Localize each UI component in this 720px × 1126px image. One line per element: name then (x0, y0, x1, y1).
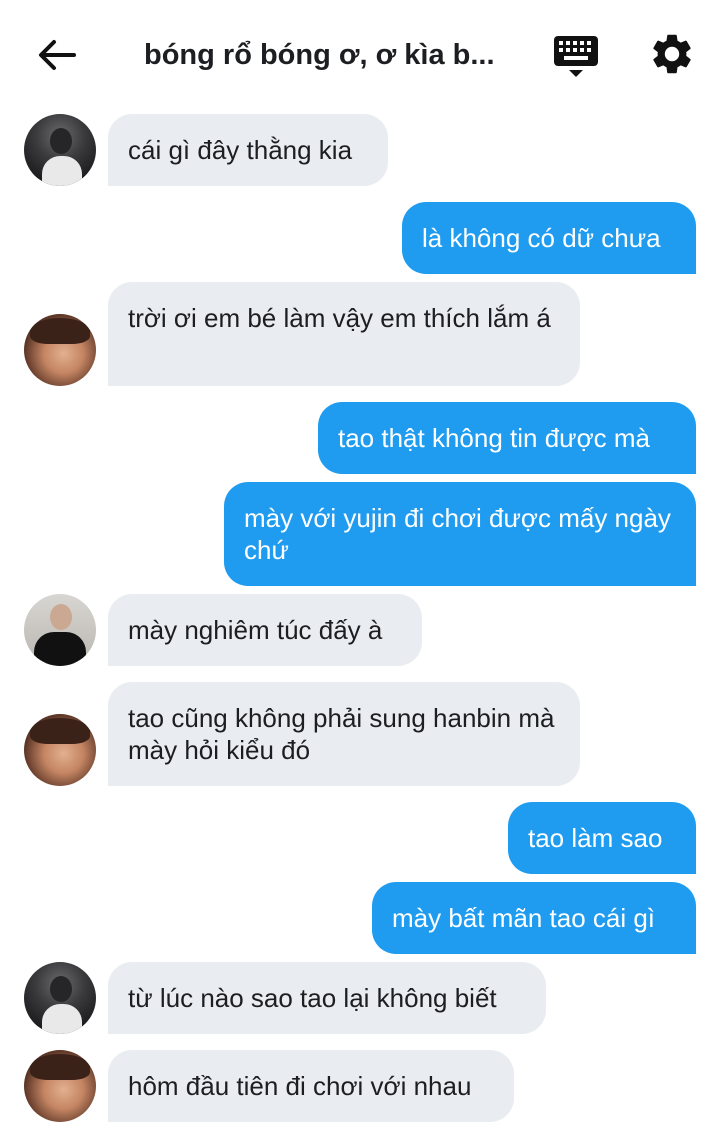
message-bubble-outgoing[interactable]: mày bất mãn tao cái gì (372, 882, 696, 954)
message-bubble-incoming[interactable]: từ lúc nào sao tao lại không biết (108, 962, 546, 1034)
arrow-left-icon (39, 40, 76, 70)
chat-header: bóng rổ bóng ơ, ơ kìa b... (0, 0, 720, 110)
message-bubble-outgoing[interactable]: mày với yujin đi chơi được mấy ngày chứ (224, 482, 696, 586)
gear-icon (653, 34, 691, 74)
back-button[interactable] (30, 32, 80, 78)
message-bubble-incoming[interactable]: hôm đầu tiên đi chơi với nhau (108, 1050, 514, 1122)
avatar[interactable] (24, 114, 96, 186)
avatar[interactable] (24, 594, 96, 666)
keyboard-icon (554, 36, 598, 77)
message-bubble-incoming[interactable]: mày nghiêm túc đấy à (108, 594, 422, 666)
message-bubble-incoming[interactable]: cái gì đây thằng kia (108, 114, 388, 186)
message-bubble-outgoing[interactable]: là không có dữ chưa (402, 202, 696, 274)
keyboard-button[interactable] (552, 32, 600, 80)
avatar[interactable] (24, 714, 96, 786)
chat-title: bóng rổ bóng ơ, ơ kìa b... (144, 39, 495, 71)
avatar[interactable] (24, 962, 96, 1034)
avatar[interactable] (24, 314, 96, 386)
message-bubble-outgoing[interactable]: tao làm sao (508, 802, 696, 874)
message-bubble-incoming[interactable]: tao cũng không phải sung hanbin mà mày h… (108, 682, 580, 786)
message-bubble-outgoing[interactable]: tao thật không tin được mà (318, 402, 696, 474)
settings-button[interactable] (648, 30, 696, 78)
message-bubble-incoming[interactable]: trời ơi em bé làm vậy em thích lắm á (108, 282, 580, 386)
avatar[interactable] (24, 1050, 96, 1122)
